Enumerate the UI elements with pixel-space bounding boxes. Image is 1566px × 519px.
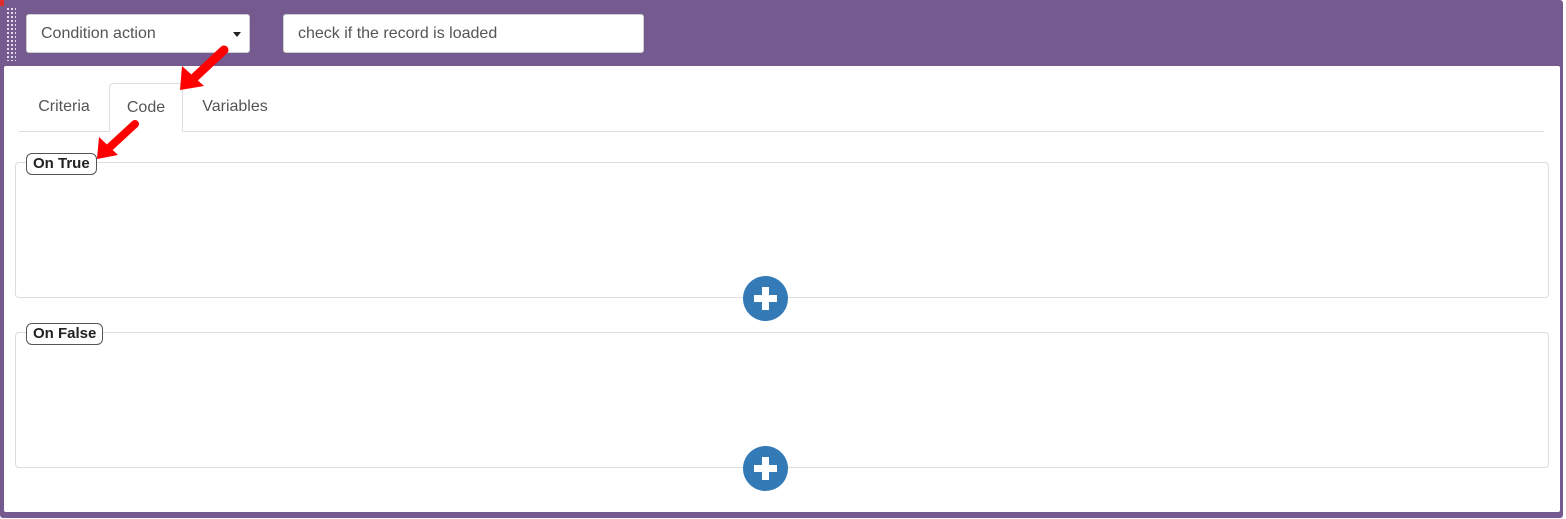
tab-code-label: Code bbox=[126, 98, 166, 116]
annotation-arrow-icon bbox=[97, 120, 139, 159]
action-description-input[interactable] bbox=[283, 14, 644, 53]
drag-handle-icon[interactable] bbox=[6, 7, 16, 61]
condition-action-panel: Condition action Criteria Code Variables… bbox=[0, 0, 1563, 518]
on-false-legend: On False bbox=[26, 323, 104, 345]
tab-criteria-label: Criteria bbox=[38, 98, 90, 115]
tab-variables-label: Variables bbox=[202, 98, 268, 115]
on-true-section: On True bbox=[15, 153, 1549, 321]
caret-down-icon bbox=[233, 32, 241, 37]
on-true-add-button[interactable] bbox=[743, 276, 788, 321]
action-type-select-value: Condition action bbox=[41, 24, 156, 42]
tab-bar: Criteria Code Variables bbox=[19, 83, 1544, 132]
on-false-section: On False bbox=[15, 323, 1549, 491]
action-content: Criteria Code Variables On True On False bbox=[4, 66, 1560, 512]
panel-corner-marker bbox=[0, 0, 4, 6]
on-true-legend: On True bbox=[26, 153, 97, 175]
annotation-arrow-icon bbox=[180, 45, 229, 90]
on-false-add-button[interactable] bbox=[743, 446, 788, 491]
